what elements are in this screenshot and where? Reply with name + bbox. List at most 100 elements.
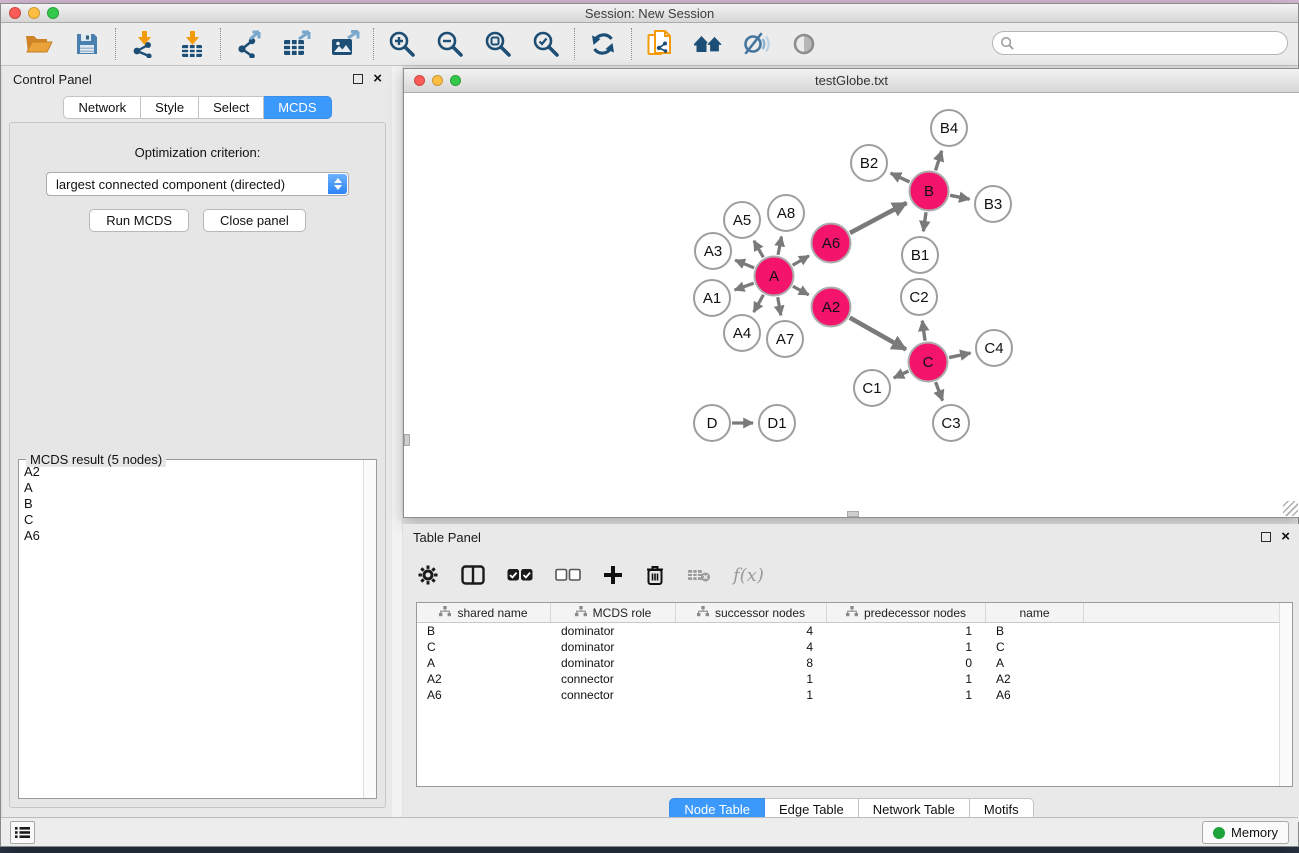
edge-C-C2[interactable]	[922, 321, 925, 341]
export-network-icon[interactable]	[233, 28, 265, 60]
table-row[interactable]: A2connector11A2	[417, 671, 1292, 687]
edge-C-C3[interactable]	[936, 382, 943, 400]
main-toolbar	[1, 23, 1298, 66]
edge-A2-C[interactable]	[850, 318, 906, 350]
export-image-icon[interactable]	[329, 28, 361, 60]
function-builder-icon[interactable]: f(x)	[733, 565, 764, 586]
run-mcds-button[interactable]: Run MCDS	[89, 209, 189, 232]
edge-B-B2[interactable]	[891, 173, 910, 182]
main-area: Control Panel × NetworkStyleSelectMCDS O…	[1, 66, 1298, 822]
zoom-in-icon[interactable]	[386, 28, 418, 60]
open-file-icon[interactable]	[23, 28, 55, 60]
node-label-B2: B2	[860, 155, 878, 172]
node-label-D: D	[707, 415, 718, 432]
table-cell: dominator	[551, 639, 676, 655]
hide-graphics-details-icon[interactable]	[740, 28, 772, 60]
table-cell: 1	[827, 623, 986, 639]
deselect-all-checks-icon[interactable]	[555, 568, 581, 582]
float-panel-icon[interactable]	[353, 74, 363, 84]
delete-table-icon[interactable]	[687, 567, 711, 583]
edge-A-A7[interactable]	[778, 297, 781, 315]
show-column-icon[interactable]	[461, 565, 485, 585]
tab-network[interactable]: Network	[63, 96, 141, 119]
column-header-shared-name[interactable]: shared name	[417, 603, 551, 622]
list-item[interactable]: A6	[20, 528, 362, 544]
delete-column-icon[interactable]	[645, 564, 665, 586]
edge-B-B3[interactable]	[950, 195, 969, 199]
list-item[interactable]: A	[20, 480, 362, 496]
edge-A-A1[interactable]	[735, 283, 754, 290]
window-resize-grip[interactable]	[1283, 501, 1298, 516]
select-all-checks-icon[interactable]	[507, 568, 533, 582]
column-header-label: name	[1019, 606, 1049, 620]
table-cell: A6	[417, 687, 551, 703]
edge-A-A6[interactable]	[793, 256, 809, 265]
tab-select[interactable]: Select	[199, 96, 264, 119]
show-graphics-details-icon[interactable]	[788, 28, 820, 60]
edge-B-B1[interactable]	[923, 212, 926, 231]
zoom-selected-icon[interactable]	[530, 28, 562, 60]
node-label-A5: A5	[733, 212, 751, 229]
add-column-icon[interactable]	[603, 565, 623, 585]
node-label-A8: A8	[777, 205, 795, 222]
close-panel-button[interactable]: Close panel	[203, 209, 306, 232]
list-item[interactable]: C	[20, 512, 362, 528]
save-session-icon[interactable]	[71, 28, 103, 60]
edge-A-A5[interactable]	[754, 241, 763, 257]
column-header-successor-nodes[interactable]: successor nodes	[676, 603, 827, 622]
canvas-bottom-handle[interactable]	[847, 511, 859, 517]
edge-C-C1[interactable]	[894, 371, 909, 378]
zoom-out-icon[interactable]	[434, 28, 466, 60]
column-header-predecessor-nodes[interactable]: predecessor nodes	[827, 603, 986, 622]
panel-divider[interactable]	[392, 66, 402, 822]
edge-A-A4[interactable]	[754, 295, 764, 312]
zoom-fit-icon[interactable]	[482, 28, 514, 60]
node-label-A4: A4	[733, 325, 751, 342]
close-table-panel-icon[interactable]: ×	[1281, 532, 1290, 542]
table-panel: Table Panel ×	[403, 524, 1299, 822]
list-item[interactable]: A2	[20, 464, 362, 480]
table-cell: dominator	[551, 623, 676, 639]
status-bar: Memory	[1, 817, 1298, 846]
table-row[interactable]: Adominator80A	[417, 655, 1292, 671]
edge-B-B4[interactable]	[936, 151, 942, 171]
criterion-select[interactable]: largest connected component (directed)	[46, 172, 349, 196]
refresh-icon[interactable]	[587, 28, 619, 60]
close-panel-icon[interactable]: ×	[373, 74, 382, 84]
table-cell: C	[417, 639, 551, 655]
table-row[interactable]: A6connector11A6	[417, 687, 1292, 703]
column-header-MCDS-role[interactable]: MCDS role	[551, 603, 676, 622]
table-row[interactable]: Bdominator41B	[417, 623, 1292, 639]
memory-button[interactable]: Memory	[1202, 821, 1289, 844]
column-header-name[interactable]: name	[986, 603, 1084, 622]
table-row[interactable]: Cdominator41C	[417, 639, 1292, 655]
mcds-result-group: MCDS result (5 nodes) A2ABCA6	[18, 459, 377, 799]
home-cyndex-icon[interactable]	[692, 28, 724, 60]
column-settings-gear-icon[interactable]	[417, 564, 439, 586]
memory-status-icon	[1213, 827, 1225, 839]
edge-A6-B[interactable]	[850, 203, 906, 233]
list-item[interactable]: B	[20, 496, 362, 512]
table-cell: connector	[551, 687, 676, 703]
column-type-icon	[439, 606, 451, 620]
clone-network-icon[interactable]	[644, 28, 676, 60]
tab-mcds[interactable]: MCDS	[264, 96, 331, 119]
edge-A-A3[interactable]	[735, 260, 754, 268]
import-network-icon[interactable]	[128, 28, 160, 60]
task-history-button[interactable]	[10, 821, 35, 844]
import-table-icon[interactable]	[176, 28, 208, 60]
column-header-filler	[1084, 603, 1292, 622]
edge-A-A2[interactable]	[793, 286, 809, 295]
canvas-left-handle[interactable]	[404, 434, 410, 446]
table-scrollbar[interactable]	[1279, 603, 1292, 786]
edge-A-A8[interactable]	[778, 237, 781, 255]
table-cell: 4	[676, 639, 827, 655]
edge-C-C4[interactable]	[949, 353, 970, 358]
export-table-icon[interactable]	[281, 28, 313, 60]
tab-style[interactable]: Style	[141, 96, 199, 119]
search-input[interactable]	[1015, 34, 1287, 52]
result-list-scrollbar[interactable]	[363, 460, 376, 798]
float-table-panel-icon[interactable]	[1261, 532, 1271, 542]
network-canvas[interactable]: AA1A2A3A4A5A6A7A8BB1B2B3B4CC1C2C3C4DD1	[404, 93, 1299, 517]
table-toolbar: f(x)	[417, 556, 1299, 594]
